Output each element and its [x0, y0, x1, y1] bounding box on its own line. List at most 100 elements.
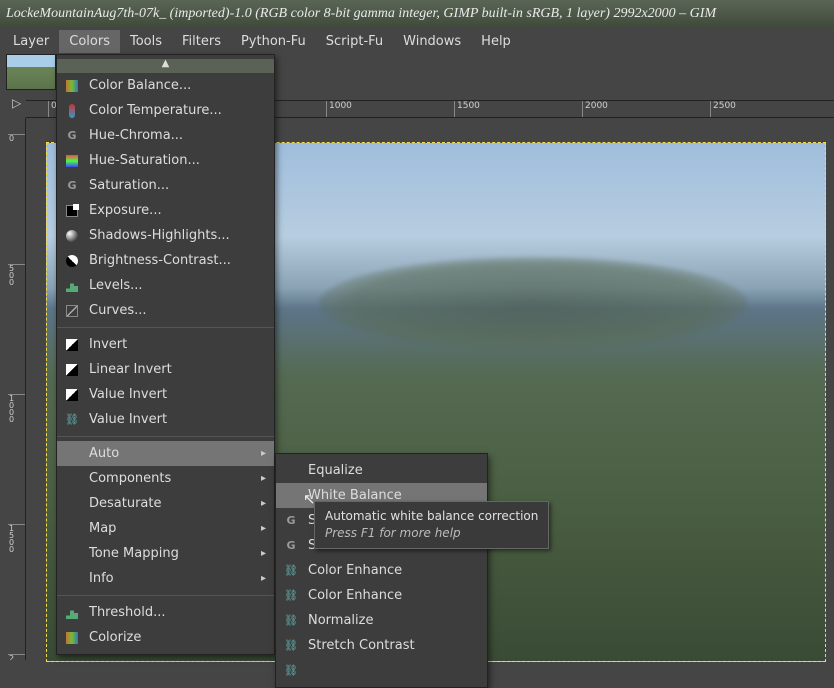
bc-icon [63, 253, 81, 269]
auto-submenu: EqualizeWhite BalanceGSGStretch Contrast… [275, 453, 488, 688]
menu-item-label: Auto [89, 446, 119, 461]
colors-item-exposure[interactable]: Exposure... [57, 198, 274, 223]
ruler-vertical: 0500100015002000 [8, 118, 26, 660]
g-icon: G [282, 513, 300, 529]
ruler-tick: 1000 [326, 101, 352, 118]
auto-item-stretch-contrast[interactable]: ⛓Stretch Contrast [276, 633, 487, 658]
lvl-icon [63, 605, 81, 621]
colors-item-hue-saturation[interactable]: Hue-Saturation... [57, 148, 274, 173]
menu-item-label: Value Invert [89, 387, 167, 402]
colors-item-brightness-contrast[interactable]: Brightness-Contrast... [57, 248, 274, 273]
colors-item-shadows-highlights[interactable]: Shadows-Highlights... [57, 223, 274, 248]
ruler-tick: 2500 [710, 101, 736, 118]
menu-item-label: Color Temperature... [89, 103, 222, 118]
menu-item-label: Shadows-Highlights... [89, 228, 230, 243]
menu-item-label: Exposure... [89, 203, 162, 218]
huesat-icon [63, 153, 81, 169]
colors-item-threshold[interactable]: Threshold... [57, 600, 274, 625]
submenu-arrow-icon: ▸ [261, 523, 266, 534]
colors-item-invert[interactable]: Invert [57, 332, 274, 357]
menu-item-label: Curves... [89, 303, 147, 318]
menu-script-fu[interactable]: Script-Fu [316, 30, 393, 53]
crv-icon [63, 303, 81, 319]
tooltip: Automatic white balance correction Press… [314, 501, 549, 549]
menu-separator [57, 436, 274, 437]
colors-item-colorize[interactable]: Colorize [57, 625, 274, 650]
menu-item-label: Map [89, 521, 116, 536]
tooltip-help: Press F1 for more help [325, 525, 538, 542]
link-icon: ⛓ [282, 613, 300, 629]
menu-filters[interactable]: Filters [172, 30, 231, 53]
sh-icon [63, 228, 81, 244]
menu-item-label: Colorize [89, 630, 141, 645]
auto-item-item-8[interactable]: ⛓ [276, 658, 487, 683]
g-icon: G [282, 538, 300, 554]
menu-item-label: Color Enhance [308, 588, 402, 603]
auto-item-normalize[interactable]: ⛓Normalize [276, 608, 487, 633]
blank-icon [282, 488, 300, 504]
balance-icon [63, 78, 81, 94]
submenu-arrow-icon: ▸ [261, 573, 266, 584]
colors-item-color-temperature[interactable]: Color Temperature... [57, 98, 274, 123]
colors-item-info[interactable]: Info▸ [57, 566, 274, 591]
menu-separator [57, 595, 274, 596]
colors-item-linear-invert[interactable]: Linear Invert [57, 357, 274, 382]
submenu-arrow-icon: ▸ [261, 473, 266, 484]
menu-item-label: Linear Invert [89, 362, 172, 377]
menu-item-label: Brightness-Contrast... [89, 253, 231, 268]
menu-scroll-up[interactable]: ▲ [57, 59, 274, 73]
menu-item-label: Threshold... [89, 605, 165, 620]
menu-item-label: Invert [89, 337, 127, 352]
g-icon: G [63, 178, 81, 194]
menu-item-label: Equalize [308, 463, 363, 478]
menu-item-label: Desaturate [89, 496, 162, 511]
lvl-icon [63, 278, 81, 294]
colors-menu: ▲ Color Balance... Color Temperature... GH… [56, 54, 275, 655]
colors-item-hue-chroma[interactable]: GHue-Chroma... [57, 123, 274, 148]
link-icon: ⛓ [282, 663, 300, 679]
blank-icon [63, 471, 81, 487]
blank-icon [63, 446, 81, 462]
colors-item-value-invert[interactable]: ⛓ Value Invert [57, 407, 274, 432]
colors-item-auto[interactable]: Auto ▸ [57, 441, 274, 466]
exp-icon [63, 203, 81, 219]
menu-item-label: Stretch Contrast [308, 638, 415, 653]
link-icon: ⛓ [63, 412, 81, 428]
colors-item-saturation[interactable]: G Saturation... [57, 173, 274, 198]
colors-item-desaturate[interactable]: Desaturate▸ [57, 491, 274, 516]
window-title: LockeMountainAug7th-07k_ (imported)-1.0 … [0, 0, 834, 28]
temp-icon [63, 103, 81, 119]
tooltip-text: Automatic white balance correction [325, 508, 538, 525]
menu-colors[interactable]: Colors [59, 30, 120, 53]
blank-icon [63, 571, 81, 587]
image-thumbnail[interactable] [6, 54, 56, 90]
ruler-vtick: 1500 [8, 524, 26, 553]
inv-icon [63, 362, 81, 378]
auto-item-color-enhance[interactable]: ⛓ Color Enhance [276, 583, 487, 608]
blank-icon [63, 496, 81, 512]
menu-python-fu[interactable]: Python-Fu [231, 30, 316, 53]
colors-item-components[interactable]: Components▸ [57, 466, 274, 491]
menu-item-label: Value Invert [89, 412, 167, 427]
ruler-vtick: 2000 [8, 654, 26, 660]
menu-item-label: Saturation... [89, 178, 169, 193]
menu-windows[interactable]: Windows [393, 30, 471, 53]
balance-icon [63, 630, 81, 646]
colors-item-value-invert[interactable]: Value Invert [57, 382, 274, 407]
colors-item-curves[interactable]: Curves... [57, 298, 274, 323]
menu-tools[interactable]: Tools [120, 30, 172, 53]
blank-icon [282, 463, 300, 479]
menu-layer[interactable]: Layer [3, 30, 59, 53]
colors-item-color-balance[interactable]: Color Balance... [57, 73, 274, 98]
colors-item-tone-mapping[interactable]: Tone Mapping▸ [57, 541, 274, 566]
auto-item-color-enhance[interactable]: ⛓Color Enhance [276, 558, 487, 583]
menu-item-label: Levels... [89, 278, 143, 293]
colors-item-map[interactable]: Map ▸ [57, 516, 274, 541]
menu-help[interactable]: Help [471, 30, 521, 53]
auto-item-equalize[interactable]: Equalize [276, 458, 487, 483]
colors-item-levels[interactable]: Levels... [57, 273, 274, 298]
submenu-arrow-icon: ▸ [261, 448, 266, 459]
link-icon: ⛓ [282, 563, 300, 579]
blank-icon [63, 546, 81, 562]
link-icon: ⛓ [282, 588, 300, 604]
